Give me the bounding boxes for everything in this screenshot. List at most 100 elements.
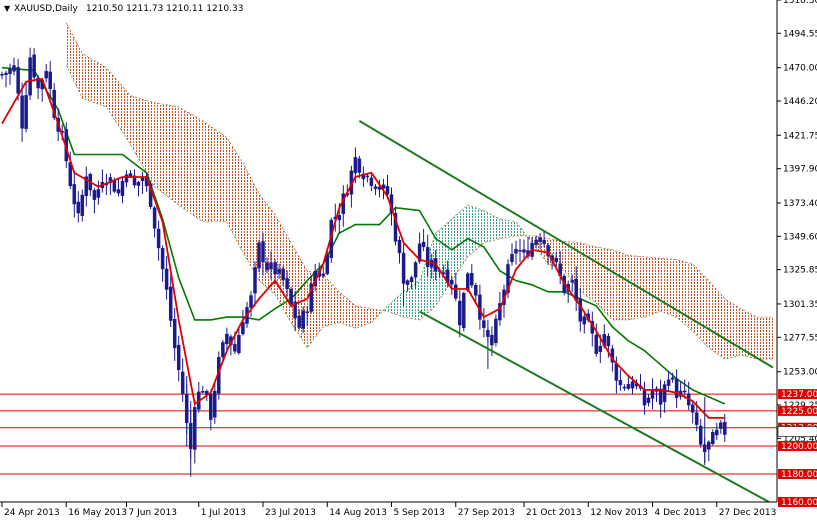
cloud-segment <box>138 98 143 166</box>
cloud-segment <box>106 67 111 114</box>
candle-body <box>711 432 715 445</box>
cloud-segment <box>487 212 492 242</box>
cloud-segment <box>170 105 175 202</box>
price-tag-label: 1160.00 <box>781 498 817 508</box>
y-tick-label: 1518.30 <box>783 0 817 6</box>
candle-body <box>277 269 281 274</box>
candle-body <box>626 384 631 389</box>
cloud-segment <box>604 248 609 316</box>
cloud-segment <box>407 286 412 319</box>
candle-body <box>176 344 181 370</box>
cloud-segment <box>74 38 79 91</box>
x-tick-label: 7 Jun 2013 <box>129 508 177 518</box>
candle-body <box>325 255 330 275</box>
cloud-segment <box>267 204 271 292</box>
cloud-segment <box>198 118 203 222</box>
cloud-segment <box>620 252 625 320</box>
cloud-segment <box>596 247 601 308</box>
y-tick-label: 1421.75 <box>783 131 817 141</box>
candle-body <box>297 315 301 328</box>
cloud-segment <box>259 193 263 285</box>
candle-body <box>124 174 129 183</box>
x-tick-label: 24 Apr 2013 <box>4 508 60 518</box>
x-tick-label: 23 Jul 2013 <box>265 508 316 518</box>
cloud-segment <box>251 178 255 274</box>
header-triangle-icon[interactable]: ▼ <box>4 4 11 13</box>
cloud-segment <box>720 294 725 360</box>
candle-body <box>209 393 213 420</box>
cloud-segment <box>696 268 701 340</box>
candle-body <box>193 407 197 450</box>
cloud-segment <box>82 53 87 100</box>
candle-body <box>112 179 117 192</box>
cloud-segment <box>146 100 151 180</box>
cloud-segment <box>712 285 717 354</box>
candle-body <box>120 180 125 196</box>
candle-body <box>353 157 358 174</box>
candle-body <box>265 262 269 271</box>
cloud-segment <box>343 295 348 326</box>
candle-body <box>534 239 538 245</box>
candle-body <box>578 298 583 322</box>
price-tag-label: 1180.00 <box>781 470 817 480</box>
candle-body <box>32 54 36 78</box>
candle-body <box>285 278 289 289</box>
cloud-segment <box>624 254 629 320</box>
candle-body <box>253 267 257 294</box>
candle-body <box>458 300 462 326</box>
y-tick-label: 1325.85 <box>783 266 817 276</box>
candle-body <box>48 71 52 89</box>
candle-body <box>582 316 587 325</box>
candle-body <box>96 189 101 198</box>
cloud-segment <box>564 241 569 277</box>
candle-body <box>450 279 454 285</box>
cloud-segment <box>756 317 761 360</box>
cloud-segment <box>748 312 753 358</box>
cloud-segment <box>592 246 597 303</box>
candle-body <box>614 363 619 381</box>
cloud-segment <box>226 137 231 230</box>
cloud-segment <box>158 103 163 193</box>
kijun-sen <box>1 66 726 405</box>
cloud-segment <box>178 106 183 208</box>
cloud-segment <box>716 289 721 357</box>
candle-body <box>261 241 265 263</box>
cloud-segment <box>134 96 139 159</box>
candle-body <box>594 334 599 354</box>
candle-body <box>76 201 81 214</box>
cloud-segment <box>688 262 693 332</box>
cloud-segment <box>218 132 223 222</box>
candle-body <box>454 284 458 299</box>
candle-body <box>72 184 77 205</box>
y-tick-label: 1349.60 <box>783 232 817 242</box>
cloud-segment <box>102 65 107 107</box>
candle-body <box>642 390 647 406</box>
cloud-segment <box>584 243 589 298</box>
cloud-segment <box>98 63 103 106</box>
cloud-segment <box>724 298 729 360</box>
price-chart: 1518.30 1494.55 1470.00 1446.20 1421.75 1397.… <box>0 0 817 518</box>
candle-body <box>405 280 410 285</box>
cloud-segment <box>335 287 340 324</box>
cloud-segment <box>708 280 713 351</box>
candle-body <box>201 391 205 393</box>
candle-body <box>16 67 20 94</box>
cloud-segment <box>118 81 123 133</box>
header-symbol: XAUUSD,Daily <box>14 4 78 14</box>
x-tick-label: 27 Sep 2013 <box>458 508 515 518</box>
cloud-segment <box>247 170 251 267</box>
candle-body <box>554 257 558 263</box>
candle-body <box>305 311 309 313</box>
y-tick-label: 1446.20 <box>783 97 817 107</box>
candle-body <box>237 334 241 354</box>
cloud-segment <box>279 221 284 309</box>
cloud-segment <box>327 279 332 326</box>
x-tick-label: 5 Sep 2013 <box>394 508 445 518</box>
cloud-segment <box>640 256 645 318</box>
candle-body <box>618 380 623 386</box>
candle-body <box>213 390 217 418</box>
cloud-segment <box>761 317 765 360</box>
candle-body <box>707 441 711 450</box>
cloud-segment <box>214 129 219 222</box>
cloud-segment <box>616 251 621 320</box>
